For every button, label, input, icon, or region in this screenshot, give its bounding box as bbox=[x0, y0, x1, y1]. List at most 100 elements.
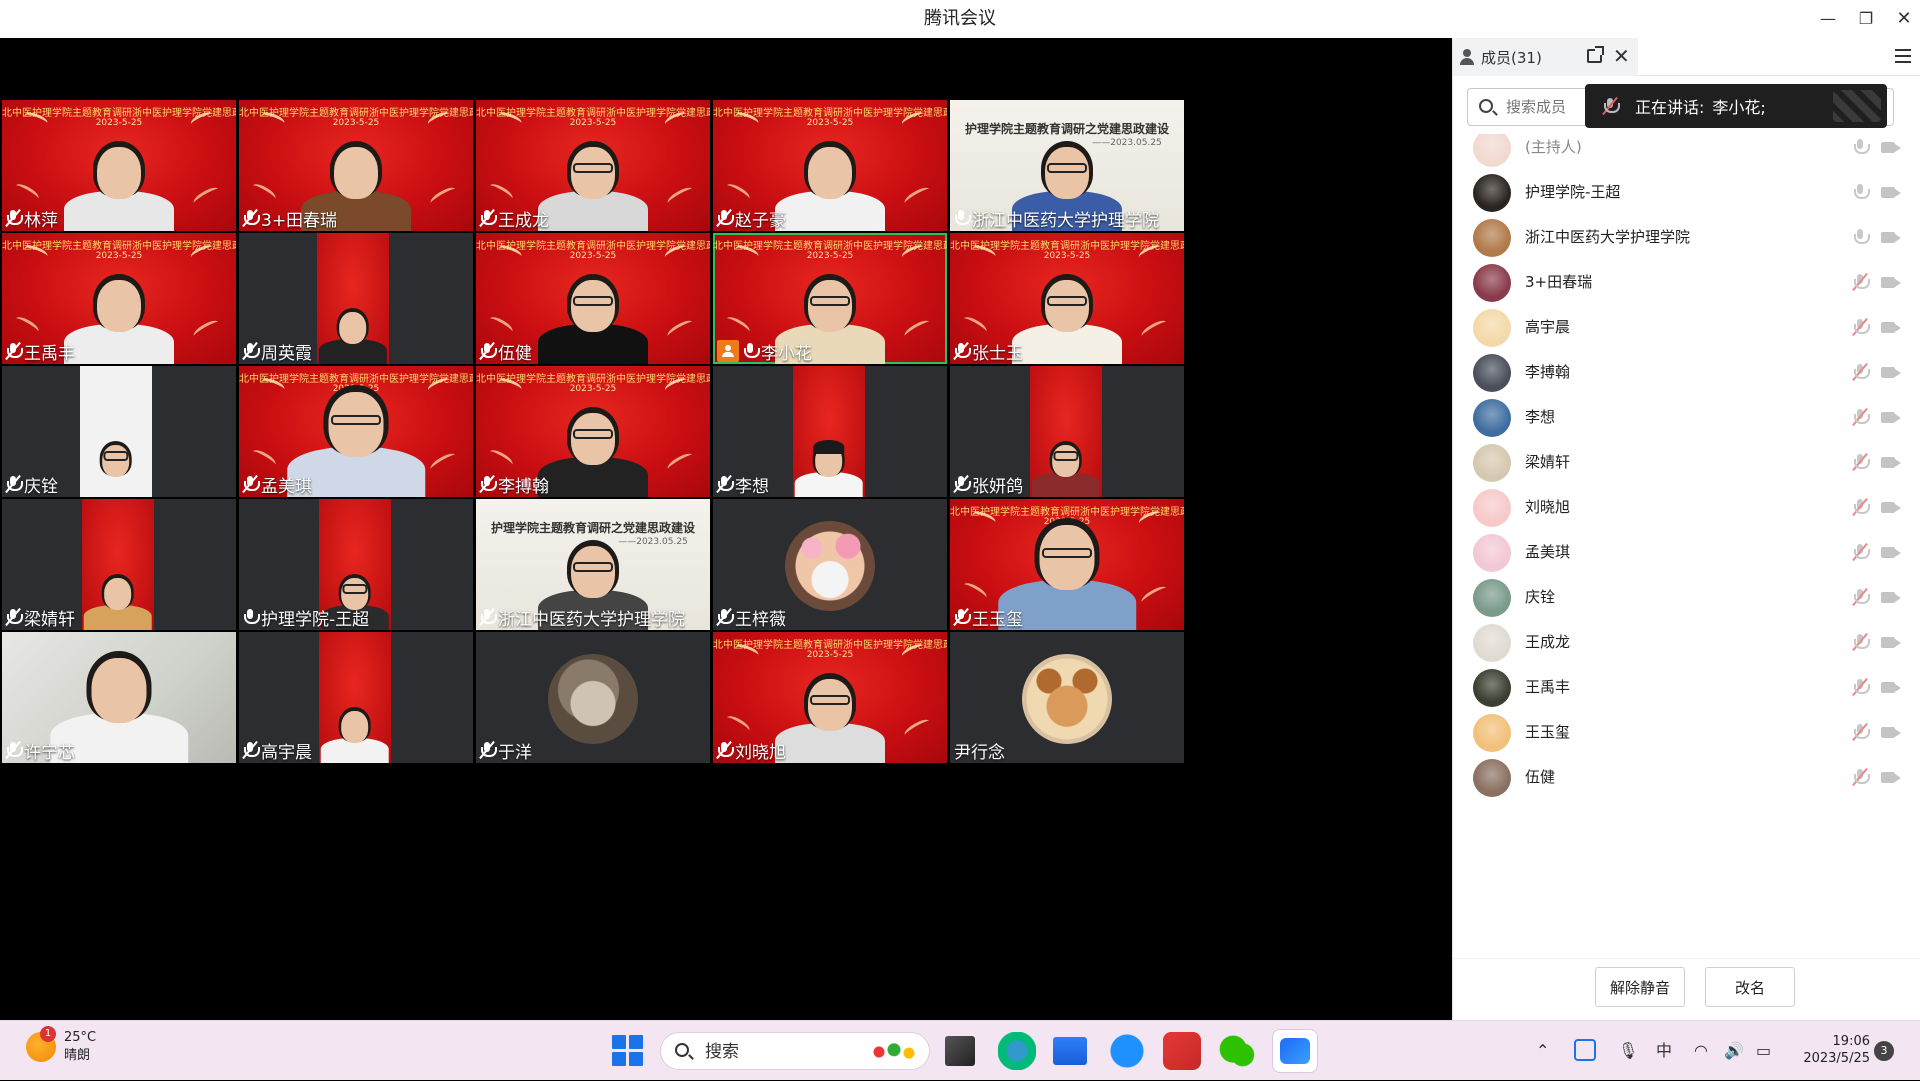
member-mic[interactable] bbox=[1853, 228, 1870, 250]
camera-icon[interactable] bbox=[1881, 637, 1901, 648]
video-tile[interactable]: 北中医护理学院主题教育调研浙中医护理学院党建思政建设 2023-5-25 王禹丰 bbox=[2, 233, 236, 364]
member-mic[interactable] bbox=[1852, 677, 1870, 700]
participant-name: 周英霞 bbox=[261, 343, 312, 364]
member-row[interactable]: 伍健 bbox=[1453, 750, 1920, 805]
video-tile[interactable]: 庆铨 bbox=[2, 366, 236, 497]
video-tile[interactable]: 北中医护理学院主题教育调研浙中医护理学院党建思政建设 2023-5-25 3+田春瑞 bbox=[239, 100, 473, 231]
member-mic[interactable] bbox=[1852, 317, 1870, 340]
video-tile[interactable]: 北中医护理学院主题教育调研浙中医护理学院党建思政建设 2023-5-25 王成龙 bbox=[476, 100, 710, 231]
tencent-meeting-taskbar-icon[interactable] bbox=[1272, 1029, 1318, 1073]
member-mic[interactable] bbox=[1852, 542, 1870, 565]
video-tile[interactable]: 高宇晨 bbox=[239, 632, 473, 763]
member-mic[interactable] bbox=[1852, 272, 1870, 295]
muted-mic-icon bbox=[1852, 362, 1870, 382]
weather-widget[interactable]: 1 25°C 晴朗 bbox=[26, 1026, 96, 1065]
video-tile[interactable]: 周英霞 bbox=[239, 233, 473, 364]
camera-icon[interactable] bbox=[1881, 457, 1901, 468]
camera-icon[interactable] bbox=[1881, 142, 1901, 153]
unmute-button[interactable]: 解除静音 bbox=[1595, 967, 1685, 1007]
camera-icon[interactable] bbox=[1881, 682, 1901, 693]
participant-video-feed bbox=[319, 689, 391, 763]
video-tile[interactable]: 尹行念 bbox=[950, 632, 1184, 763]
member-mic[interactable] bbox=[1852, 632, 1870, 655]
decoration-icon bbox=[724, 181, 752, 203]
taskbar: 1 25°C 晴朗 搜索 ⌃ 🎙 中 ◠ 🔊 ▭ 19:06 2023/5/25… bbox=[0, 1020, 1920, 1080]
video-tile[interactable]: 护理学院-王超 bbox=[239, 499, 473, 630]
panel-tabs: 成员(31) ✕ bbox=[1453, 38, 1920, 76]
camera-icon[interactable] bbox=[1881, 412, 1901, 423]
mail-icon[interactable] bbox=[1053, 1037, 1087, 1065]
decoration-icon bbox=[250, 181, 278, 203]
video-tile[interactable]: 护理学院主题教育调研之党建思政建设 ——2023.05.25 浙江中医药大学护理学院 bbox=[950, 100, 1184, 231]
member-mic[interactable] bbox=[1852, 497, 1870, 520]
video-tile[interactable]: 北中医护理学院主题教育调研浙中医护理学院党建思政建设 2023-5-25 林萍 bbox=[2, 100, 236, 231]
camera-icon[interactable] bbox=[1881, 727, 1901, 738]
video-tile[interactable]: 李想 bbox=[713, 366, 947, 497]
windows-start-icon[interactable] bbox=[610, 1033, 644, 1067]
camera-icon[interactable] bbox=[1881, 367, 1901, 378]
taskbar-search[interactable]: 搜索 bbox=[660, 1032, 930, 1070]
microphone-tray-icon[interactable]: 🎙 bbox=[1618, 1021, 1638, 1081]
participant-name-tag: 王禹丰 bbox=[5, 340, 75, 364]
edge-browser-icon[interactable] bbox=[998, 1032, 1036, 1070]
video-tile[interactable]: 于洋 bbox=[476, 632, 710, 763]
video-tile[interactable]: 北中医护理学院主题教育调研浙中医护理学院党建思政建设 2023-5-25 李小花 bbox=[713, 233, 947, 364]
camera-icon[interactable] bbox=[1881, 772, 1901, 783]
member-mic[interactable] bbox=[1853, 183, 1870, 205]
video-tile[interactable]: 北中医护理学院主题教育调研浙中医护理学院党建思政建设 2023-5-25 张士玉 bbox=[950, 233, 1184, 364]
wps-icon[interactable] bbox=[1163, 1032, 1201, 1070]
decoration-icon bbox=[428, 450, 458, 474]
video-tile[interactable]: 护理学院主题教育调研之党建思政建设 ——2023.05.25 浙江中医药大学护理学院 bbox=[476, 499, 710, 630]
video-tile[interactable]: 张妍鸽 bbox=[950, 366, 1184, 497]
ime-indicator[interactable]: 中 bbox=[1656, 1021, 1672, 1081]
participant-name: 3+田春瑞 bbox=[261, 210, 338, 231]
battery-icon[interactable]: ▭ bbox=[1756, 1021, 1771, 1081]
video-tile[interactable]: 王梓薇 bbox=[713, 499, 947, 630]
video-tile[interactable]: 许宁芯 bbox=[2, 632, 236, 763]
pop-out-icon[interactable] bbox=[1587, 46, 1604, 63]
task-view-icon[interactable] bbox=[945, 1036, 975, 1066]
member-mic[interactable] bbox=[1852, 587, 1870, 610]
clock[interactable]: 19:06 2023/5/25 bbox=[1790, 1033, 1870, 1067]
decoration-icon bbox=[902, 317, 932, 341]
rename-button[interactable]: 改名 bbox=[1705, 967, 1795, 1007]
tray-app-icon[interactable] bbox=[1574, 1039, 1596, 1061]
panel-footer: 解除静音 改名 bbox=[1453, 958, 1920, 1020]
chevron-up-icon[interactable]: ⌃ bbox=[1536, 1021, 1549, 1081]
member-mic[interactable] bbox=[1852, 722, 1870, 745]
camera-icon[interactable] bbox=[1881, 547, 1901, 558]
wifi-icon[interactable]: ◠ bbox=[1694, 1021, 1708, 1081]
participant-name: 赵子豪 bbox=[735, 210, 786, 231]
notification-badge[interactable]: 3 bbox=[1874, 1041, 1894, 1061]
video-tile[interactable]: 北中医护理学院主题教育调研浙中医护理学院党建思政建设 2023-5-25 赵子豪 bbox=[713, 100, 947, 231]
video-tile[interactable]: 北中医护理学院主题教育调研浙中医护理学院党建思政建设 2023-5-25 李搏翰 bbox=[476, 366, 710, 497]
muted-mic-icon bbox=[5, 474, 23, 494]
camera-icon[interactable] bbox=[1881, 277, 1901, 288]
camera-icon[interactable] bbox=[1881, 187, 1901, 198]
ie-browser-icon[interactable] bbox=[1108, 1032, 1146, 1070]
participant-video-feed bbox=[82, 556, 154, 630]
close-window-button[interactable]: ✕ bbox=[1882, 0, 1920, 38]
member-mic[interactable] bbox=[1852, 362, 1870, 385]
camera-icon[interactable] bbox=[1881, 322, 1901, 333]
member-mic[interactable] bbox=[1852, 407, 1870, 430]
camera-icon[interactable] bbox=[1881, 592, 1901, 603]
video-tile[interactable]: 梁婧轩 bbox=[2, 499, 236, 630]
avatar bbox=[1473, 399, 1511, 437]
video-tile[interactable]: 北中医护理学院主题教育调研浙中医护理学院党建思政建设2023-5-25孟美琪 bbox=[239, 366, 473, 497]
member-mic[interactable] bbox=[1853, 138, 1870, 160]
close-panel-icon[interactable]: ✕ bbox=[1613, 44, 1630, 68]
video-tile[interactable]: 北中医护理学院主题教育调研浙中医护理学院党建思政建设 2023-5-25 刘晓旭 bbox=[713, 632, 947, 763]
sun-icon: 1 bbox=[26, 1026, 56, 1062]
video-tile[interactable]: 北中医护理学院主题教育调研浙中医护理学院党建思政建设2023-5-25王玉玺 bbox=[950, 499, 1184, 630]
wechat-icon[interactable] bbox=[1218, 1032, 1256, 1070]
volume-icon[interactable]: 🔊 bbox=[1724, 1021, 1744, 1081]
video-tile[interactable]: 北中医护理学院主题教育调研浙中医护理学院党建思政建设 2023-5-25 伍健 bbox=[476, 233, 710, 364]
member-mic[interactable] bbox=[1852, 452, 1870, 475]
tab-members[interactable]: 成员(31) ✕ bbox=[1453, 38, 1638, 76]
camera-icon[interactable] bbox=[1881, 232, 1901, 243]
member-mic[interactable] bbox=[1852, 767, 1870, 790]
decoration-icon bbox=[902, 184, 932, 208]
camera-icon[interactable] bbox=[1881, 502, 1901, 513]
menu-icon[interactable] bbox=[1895, 49, 1911, 63]
